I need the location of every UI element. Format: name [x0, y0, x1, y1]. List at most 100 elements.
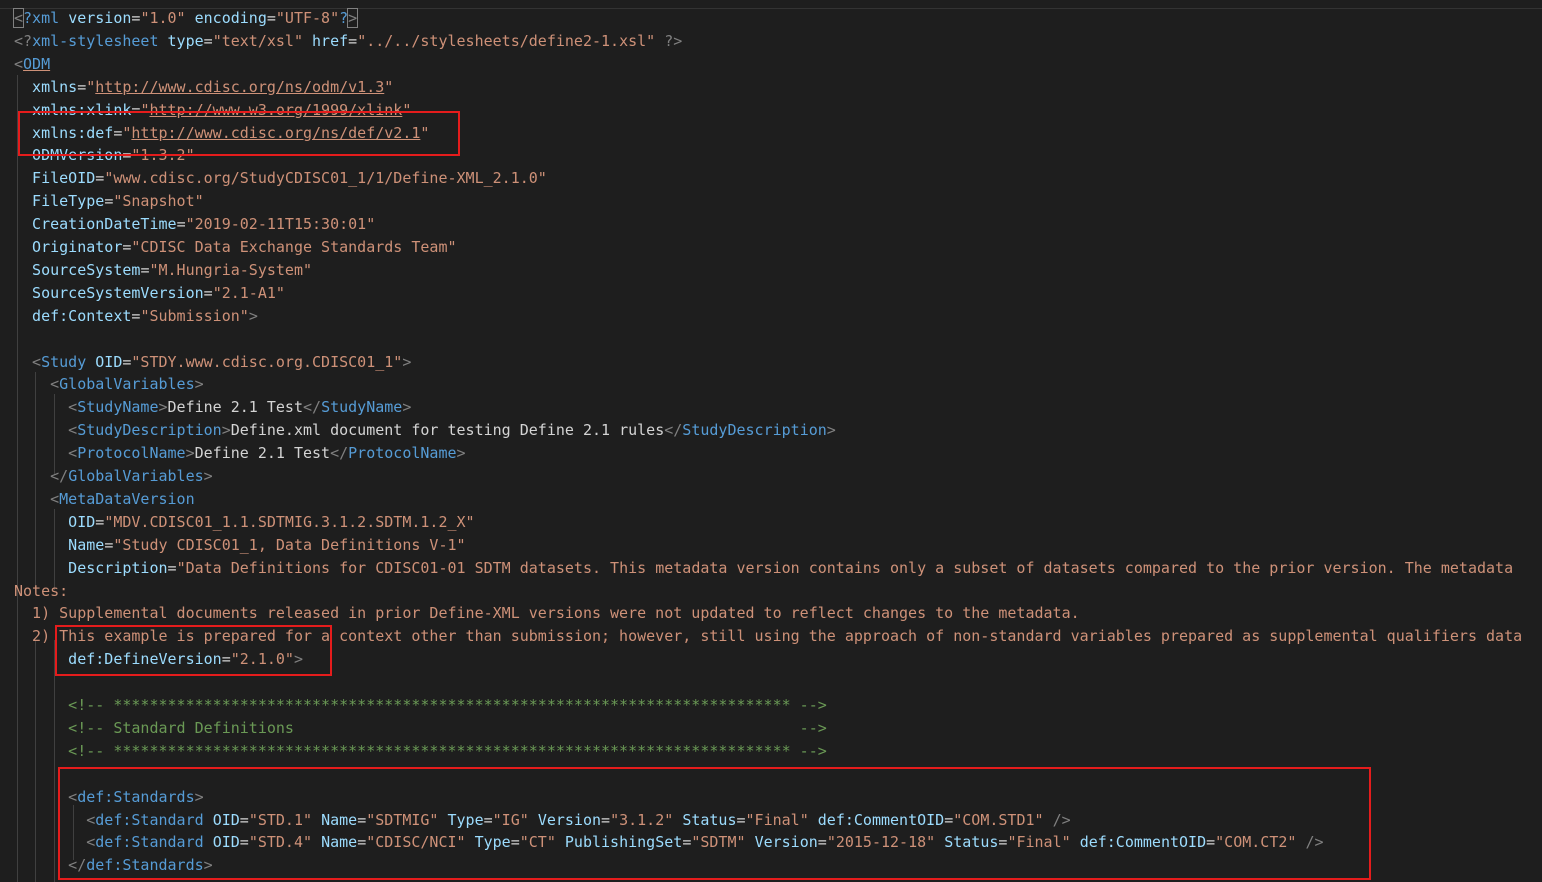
code-token: href — [312, 31, 349, 50]
code-line[interactable]: FileOID="www.cdisc.org/StudyCDISC01_1/1/… — [14, 167, 547, 190]
code-token: Define 2.1 Test — [167, 398, 303, 417]
code-line[interactable]: <!-- Standard Definitions --> — [14, 717, 827, 740]
code-token: Description — [14, 558, 168, 577]
code-token: http://www.w3.org/1999/xlink — [149, 100, 403, 119]
code-token: def:Context — [14, 306, 132, 325]
code-token: OID — [212, 833, 240, 852]
code-line[interactable]: <?xml version="1.0" encoding="UTF-8"?> — [12, 7, 359, 30]
code-line[interactable]: </def:Standards> — [14, 854, 213, 877]
code-line[interactable]: ODMVersion="1.3.2" — [14, 144, 195, 167]
code-token: xmlns:def — [14, 123, 114, 142]
code-line[interactable]: <MetaDataVersion — [14, 488, 195, 511]
code-line[interactable]: Notes: — [14, 580, 68, 603]
code-token: "COM.CT2" — [1215, 833, 1297, 852]
code-line[interactable]: <StudyDescription>Define.xml document fo… — [14, 419, 836, 442]
code-token: Notes: — [14, 581, 69, 600]
code-token: = — [348, 31, 358, 50]
code-token: OID — [212, 810, 240, 829]
code-token: def:Standard — [95, 833, 213, 852]
code-token: OID — [14, 512, 96, 531]
code-token: < — [14, 352, 42, 371]
code-token: > — [203, 856, 213, 875]
code-line[interactable]: Originator="CDISC Data Exchange Standard… — [14, 236, 456, 259]
code-token: FileType — [14, 192, 105, 211]
code-token: Type — [474, 833, 511, 852]
code-line[interactable]: 2) This example is prepared for a contex… — [14, 625, 1522, 648]
code-line[interactable]: 1) Supplemental documents released in pr… — [14, 602, 1080, 625]
code-token: = — [167, 558, 177, 577]
code-line[interactable]: xmlns:def="http://www.cdisc.org/ns/def/v… — [14, 122, 429, 145]
code-token: "COM.STD1" — [953, 810, 1044, 829]
code-token: < — [14, 421, 78, 440]
code-token: GlobalVariables — [68, 467, 204, 485]
code-token: "MDV.CDISC01_1.1.SDTMIG.3.1.2.SDTM.1.2_X… — [104, 512, 475, 531]
code-token: "2.1.0" — [230, 650, 294, 669]
code-token: "STDY.www.cdisc.org.CDISC01_1" — [131, 352, 403, 371]
code-token: "2015-12-18" — [826, 833, 936, 852]
code-token: = — [357, 810, 367, 829]
code-line[interactable]: <!-- ***********************************… — [14, 694, 827, 717]
code-token: = — [221, 650, 231, 669]
code-token: = — [483, 810, 493, 829]
code-token: = — [95, 512, 105, 531]
code-token: > — [221, 421, 231, 440]
code-line[interactable]: xmlns="http://www.cdisc.org/ns/odm/v1.3" — [14, 76, 393, 99]
code-token: xml-stylesheet — [32, 31, 168, 50]
code-token: "text/xsl" — [212, 31, 303, 50]
code-line[interactable]: <ODM — [14, 53, 50, 76]
code-token: http://www.cdisc.org/ns/def/v2.1 — [131, 123, 421, 142]
code-line[interactable]: <def:Standards> — [14, 786, 203, 809]
code-token: = — [203, 31, 213, 50]
code-line[interactable]: <GlobalVariables> — [14, 373, 204, 396]
code-editor[interactable]: <?xml version="1.0" encoding="UTF-8"?> <?… — [0, 0, 1542, 882]
code-line[interactable]: Name="Study CDISC01_1, Data Definitions … — [14, 534, 466, 557]
code-line[interactable]: def:DefineVersion="2.1.0"> — [14, 648, 303, 671]
code-token: "2019-02-11T15:30:01" — [185, 215, 376, 234]
code-line[interactable]: <def:Standard OID="STD.1" Name="SDTMIG" … — [14, 809, 1070, 832]
code-line[interactable]: <StudyName>Define 2.1 Test</StudyName> — [14, 396, 411, 419]
code-token: 2) This example is prepared for a contex… — [14, 627, 1523, 646]
code-line[interactable]: <Study OID="STDY.www.cdisc.org.CDISC01_1… — [14, 351, 411, 374]
code-token: StudyDescription — [682, 421, 827, 440]
code-token: "Study CDISC01_1, Data Definitions V-1" — [113, 535, 466, 554]
code-token: StudyDescription — [77, 421, 222, 440]
code-token: FileOID — [14, 169, 96, 188]
code-token: = — [601, 810, 611, 829]
code-line[interactable]: SourceSystemVersion="2.1-A1" — [14, 282, 285, 305]
code-token: </ — [664, 421, 683, 440]
code-line[interactable]: SourceSystem="M.Hungria-System" — [14, 259, 312, 282]
code-line[interactable]: </GlobalVariables> — [14, 465, 213, 488]
code-token: "UTF-8" — [275, 9, 340, 27]
code-token: "M.Hungria-System" — [149, 260, 313, 279]
code-token: SourceSystem — [14, 260, 141, 279]
code-token: > — [402, 352, 412, 371]
code-token: </ — [330, 444, 349, 463]
code-line[interactable]: <ProtocolName>Define 2.1 Test</ProtocolN… — [14, 442, 465, 465]
code-token: MetaDataVersion — [59, 489, 195, 508]
code-token: PublishingSet — [564, 833, 683, 852]
code-token: <!-- ***********************************… — [14, 696, 827, 714]
code-line[interactable]: OID="MDV.CDISC01_1.1.SDTMIG.3.1.2.SDTM.1… — [14, 511, 475, 534]
code-line[interactable]: <!-- ***********************************… — [14, 740, 827, 763]
code-line[interactable]: xmlns:xlink="http://www.w3.org/1999/xlin… — [14, 99, 411, 122]
code-line[interactable]: <def:Standard OID="STD.4" Name="CDISC/NC… — [14, 831, 1323, 854]
code-line[interactable]: <?xml-stylesheet type="text/xsl" href=".… — [14, 30, 682, 53]
code-line[interactable]: Description="Data Definitions for CDISC0… — [14, 557, 1513, 580]
code-token: <!-- Standard Definitions --> — [14, 718, 827, 737]
code-token: < — [14, 489, 60, 508]
code-token: def:DefineVersion — [14, 650, 222, 669]
code-line[interactable]: FileType="Snapshot" — [14, 190, 204, 213]
code-line[interactable]: CreationDateTime="2019-02-11T15:30:01" — [14, 213, 375, 236]
code-token: ?> — [655, 31, 683, 50]
code-token: ODM — [23, 54, 51, 73]
code-token: "Snapshot" — [113, 192, 204, 211]
code-token: def:CommentOID — [1079, 833, 1207, 852]
code-token: < — [14, 398, 78, 417]
code-token: "1.3.2" — [131, 146, 195, 165]
code-line[interactable]: def:Context="Submission"> — [14, 305, 258, 328]
